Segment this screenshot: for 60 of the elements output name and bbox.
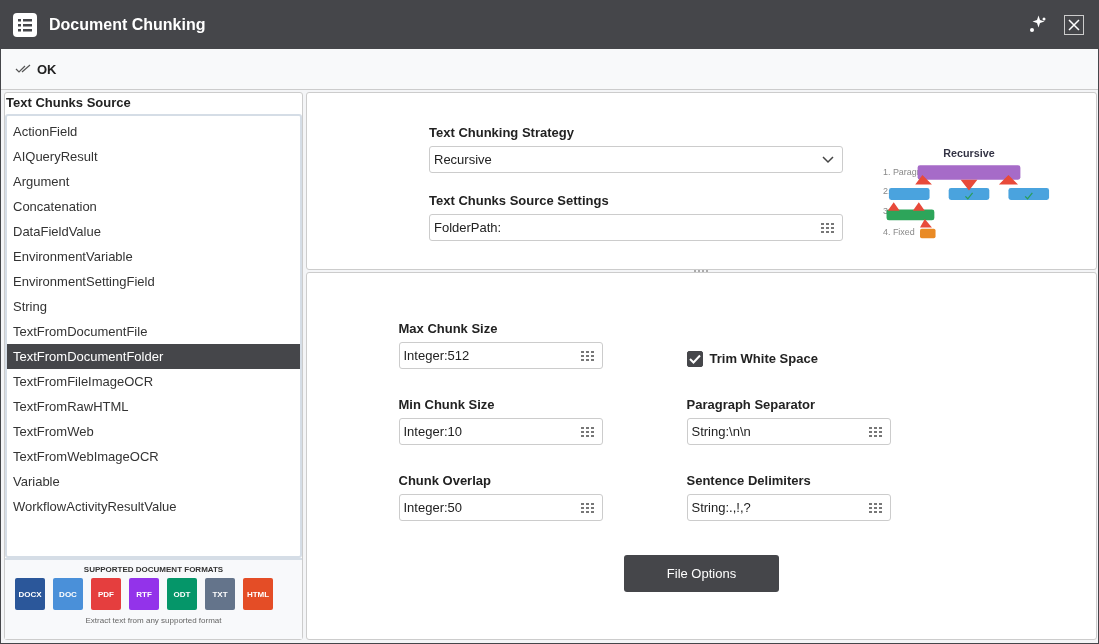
list-item[interactable]: ActionField <box>7 119 300 144</box>
list-item[interactable]: TextFromFileImageOCR <box>7 369 300 394</box>
grid-icon <box>868 502 882 513</box>
file-options-button[interactable]: File Options <box>624 555 779 592</box>
list-item[interactable]: TextFromDocumentFile <box>7 319 300 344</box>
field-label: Sentence Delimiters <box>686 473 812 488</box>
field-label: Chunk Overlap <box>398 473 492 488</box>
list-item[interactable]: Argument <box>7 169 300 194</box>
field-label: Text Chunks Source Settings <box>429 193 610 208</box>
list-item[interactable]: EnvironmentSettingField <box>7 269 300 294</box>
file-icon: PDF <box>91 578 121 610</box>
checkbox-label: Trim White Space <box>709 351 818 366</box>
input-field[interactable]: Integer:50 <box>398 494 603 521</box>
input-field[interactable]: FolderPath: <box>429 214 843 241</box>
list-item[interactable]: AIQueryResult <box>7 144 300 169</box>
grid-icon <box>580 502 594 513</box>
list-item[interactable]: TextFromWeb <box>7 419 300 444</box>
file-icon: HTML <box>243 578 273 610</box>
file-icon: DOC <box>53 578 83 610</box>
file-icon: ODT <box>167 578 197 610</box>
diagram-title: Recursive <box>943 146 995 159</box>
panel-title: Text Chunks Source <box>5 94 132 112</box>
file-icon: RTF <box>129 578 159 610</box>
list-item[interactable]: TextFromRawHTML <box>7 394 300 419</box>
close-button[interactable] <box>1064 15 1084 35</box>
list-item[interactable]: DataFieldValue <box>7 219 300 244</box>
input-field[interactable]: String:.,!,? <box>686 494 891 521</box>
double-check-icon <box>15 64 33 74</box>
input-field[interactable]: Integer:512 <box>398 342 603 369</box>
list-item[interactable]: Concatenation <box>7 194 300 219</box>
input-field[interactable]: String:\n\n <box>686 418 891 445</box>
list-icon <box>13 13 37 37</box>
formats-caption: Extract text from any supported format <box>85 616 222 625</box>
ok-button[interactable]: OK <box>13 59 59 79</box>
field-label: Paragraph Separator <box>686 397 817 412</box>
splitter-handle[interactable] <box>693 270 710 272</box>
file-icon: DOCX <box>15 578 45 610</box>
sparkle-icon[interactable] <box>1028 15 1048 35</box>
field-label: Min Chunk Size <box>398 397 496 412</box>
grid-icon <box>821 222 834 233</box>
list-item[interactable]: String <box>7 294 300 319</box>
formats-heading: SUPPORTED DOCUMENT FORMATS <box>83 565 224 574</box>
field-label: Text Chunking Strategy <box>429 125 575 140</box>
field-label: Max Chunk Size <box>398 321 499 336</box>
level-label: 1. Paragr <box>882 166 920 177</box>
input-field[interactable]: Integer:10 <box>398 418 603 445</box>
list-item[interactable]: WorkflowActivityResultValue <box>7 494 300 519</box>
list-item[interactable]: TextFromWebImageOCR <box>7 444 300 469</box>
list-item[interactable]: Variable <box>7 469 300 494</box>
list-item[interactable]: TextFromDocumentFolder <box>7 344 300 369</box>
grid-icon <box>580 426 594 437</box>
file-icon: TXT <box>205 578 235 610</box>
level-label: 4. Fixed <box>882 226 915 237</box>
list-item[interactable]: EnvironmentVariable <box>7 244 300 269</box>
window-title: Document Chunking <box>49 16 206 34</box>
grid-icon <box>868 426 882 437</box>
strategy-dropdown[interactable]: Recursive <box>429 146 843 173</box>
chevron-icon <box>822 155 834 164</box>
checkbox[interactable] <box>686 350 703 367</box>
grid-icon <box>580 350 594 361</box>
